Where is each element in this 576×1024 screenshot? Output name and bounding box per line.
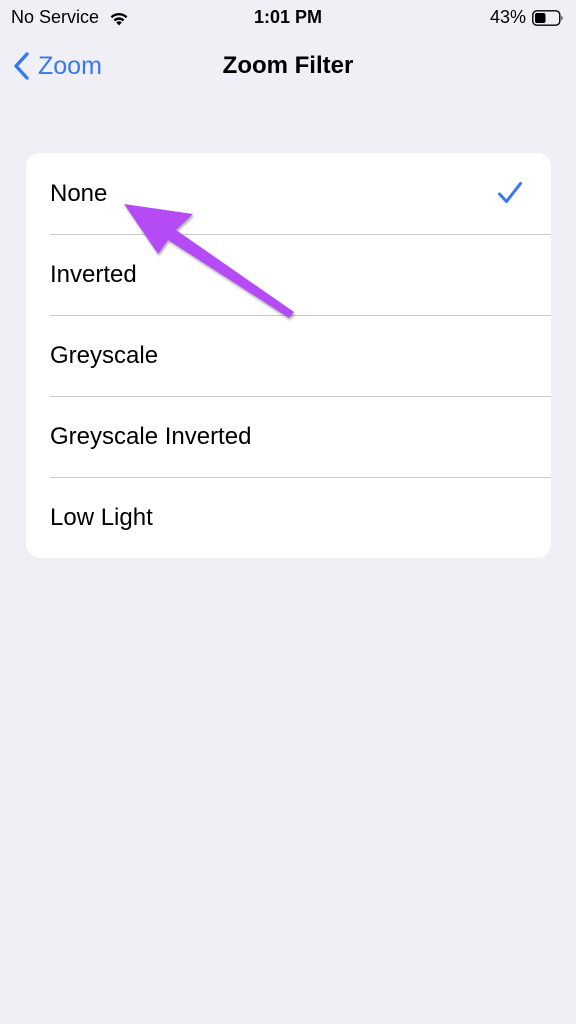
list-item-none[interactable]: None: [26, 153, 551, 234]
list-item-label: Inverted: [50, 260, 137, 288]
list-item-low-light[interactable]: Low Light: [26, 477, 551, 558]
battery-percent: 43%: [489, 7, 526, 27]
status-bar: No Service 1:01 PM 43%: [0, 0, 576, 34]
list-item-label: Greyscale: [50, 341, 159, 369]
filter-options-list: None Inverted Greyscale Greyscale Invert…: [26, 153, 551, 558]
nav-bar: Zoom Zoom Filter: [0, 36, 576, 96]
list-item-label: Greyscale Inverted: [50, 422, 252, 450]
screen: No Service 1:01 PM 43% Zoom Zoom Filter …: [0, 0, 576, 1024]
list-item-label: Low Light: [50, 503, 153, 531]
list-item-greyscale[interactable]: Greyscale: [26, 315, 551, 396]
checkmark-icon: [497, 181, 523, 205]
battery-icon: [532, 9, 564, 26]
list-item-label: None: [50, 179, 108, 207]
list-item-inverted[interactable]: Inverted: [26, 234, 551, 315]
page-title: Zoom Filter: [222, 52, 354, 79]
status-right: 43%: [490, 7, 564, 28]
list-item-greyscale-inverted[interactable]: Greyscale Inverted: [26, 396, 551, 477]
